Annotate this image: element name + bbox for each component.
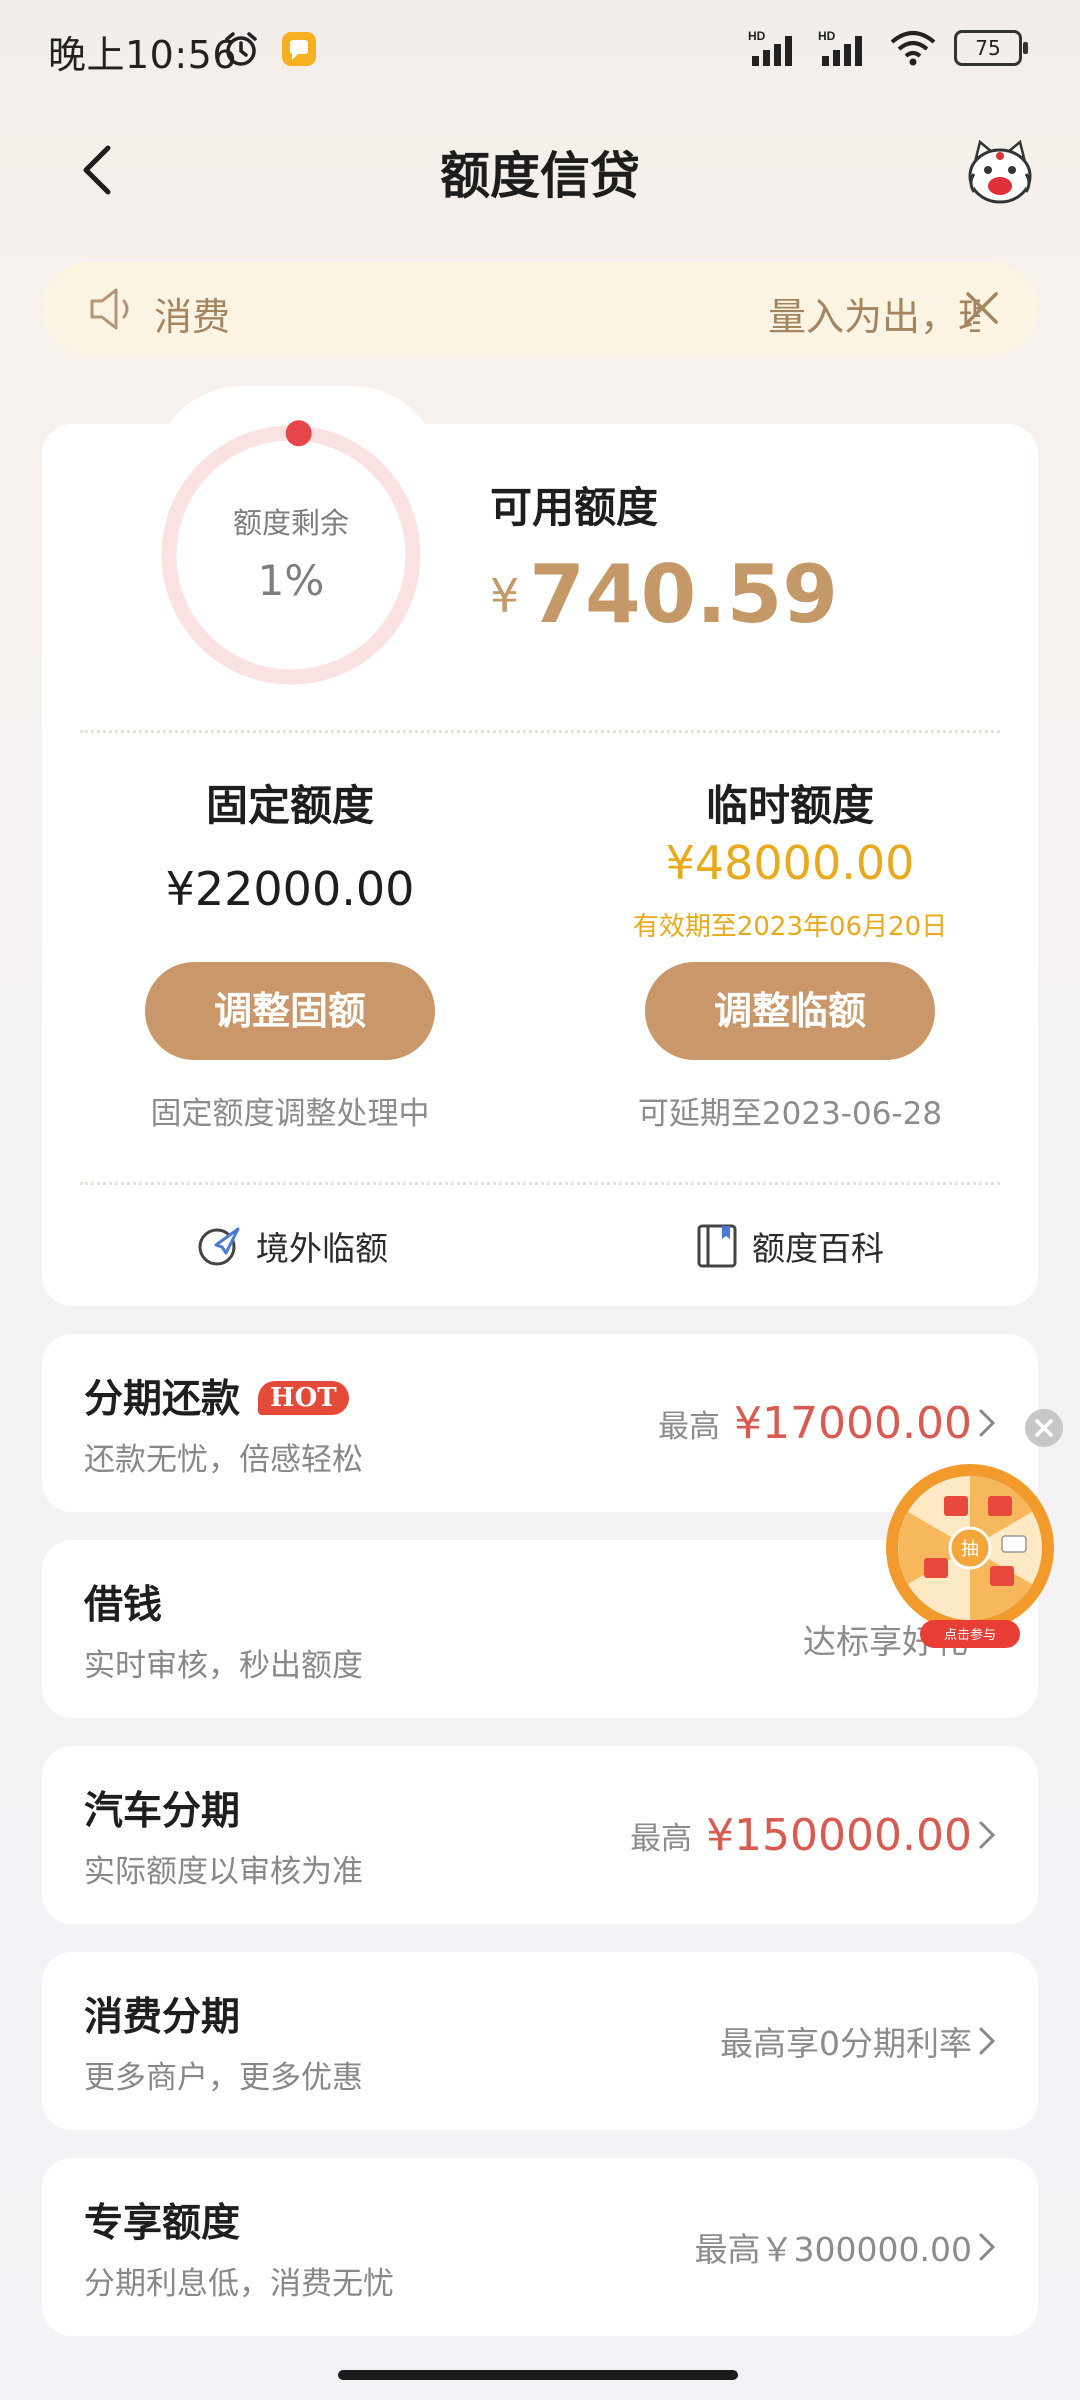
alarm-icon (225, 32, 257, 66)
max-prefix: 最高 (658, 1408, 721, 1445)
max-prefix: 最高 (630, 1820, 693, 1857)
temp-limit-valid-date: 有效期至2023年06月20日 (632, 912, 948, 942)
adjust-temp-button[interactable]: 调整临额 (645, 962, 935, 1060)
remaining-ring-chart (161, 420, 421, 685)
svg-text:HD: HD (818, 29, 836, 43)
wheel-center-label: 抽 (961, 1539, 979, 1560)
ring-label: 额度剩余 (232, 506, 349, 540)
car-installment-card[interactable]: 汽车分期 实际额度以审核为准 最高 ¥150000.00 (42, 1746, 1038, 1924)
ring-progress-dot (285, 420, 312, 447)
overseas-temp-link[interactable]: 境外临额 (196, 1222, 388, 1270)
card-right: 最高￥300000.00 (695, 2158, 972, 2336)
dotted-divider (80, 730, 1000, 733)
speaker-icon (90, 288, 129, 330)
limit-wiki-label: 额度百科 (752, 1229, 884, 1268)
status-left-icons (222, 30, 318, 68)
notification-app-icon (282, 32, 316, 66)
notice-scroll-text: 量入为出，理性消费 (768, 295, 980, 339)
card-title: 汽车分期 (84, 1789, 241, 1834)
chevron-right-icon (979, 1821, 996, 1849)
fixed-limit-title: 固定额度 (205, 781, 374, 830)
mascot-assistant-icon[interactable] (962, 136, 1038, 212)
wheel-cta-label: 点击参与 (944, 1627, 996, 1643)
max-amount: ¥17000.00 (734, 1397, 972, 1449)
status-time: 晚上10:56 (48, 33, 238, 77)
signal-hd-icon-2: HD (818, 29, 862, 66)
notice-bar[interactable]: 消费 量入为出，理性消费 (42, 262, 1038, 356)
close-icon[interactable] (960, 286, 1004, 330)
wheel-close-icon[interactable] (1024, 1408, 1064, 1448)
max-limit-text: 最高￥300000.00 (694, 2230, 972, 2269)
card-title: 专享额度 (84, 2201, 241, 2246)
overseas-temp-label: 境外临额 (256, 1229, 388, 1268)
available-label: 可用额度 (490, 483, 659, 532)
temp-limit-amount: ¥48000.00 (665, 836, 915, 890)
limit-wiki-link[interactable]: 额度百科 (696, 1222, 884, 1270)
temp-limit-title: 临时额度 (705, 781, 874, 830)
card-subtitle: 实时审核，秒出额度 (84, 1648, 363, 1684)
chevron-right-icon (979, 1409, 996, 1437)
installment-title: 分期还款 (84, 1377, 241, 1422)
notice-label: 消费 (154, 295, 231, 339)
fixed-limit-amount: ¥22000.00 (165, 862, 415, 916)
signal-hd-icon: HD (748, 29, 792, 66)
home-indicator[interactable] (338, 2370, 738, 2380)
card-right: 最高享0分期利率 (720, 1952, 972, 2130)
status-right: HD HD 75 (748, 28, 1028, 68)
wifi-icon (890, 31, 936, 66)
card-subtitle: 分期利息低，消费无忧 (84, 2266, 394, 2302)
fixed-adjust-status: 固定额度调整处理中 (150, 1096, 430, 1132)
card-subtitle: 更多商户，更多优惠 (84, 2060, 363, 2096)
consumer-installment-card[interactable]: 消费分期 更多商户，更多优惠 最高享0分期利率 (42, 1952, 1038, 2130)
page-title: 额度信贷 (440, 147, 640, 205)
card-subtitle: 实际额度以审核为准 (84, 1854, 363, 1890)
chevron-right-icon (979, 2233, 996, 2261)
currency-symbol: ¥ (490, 569, 520, 623)
adjust-fixed-button[interactable]: 调整固额 (145, 962, 435, 1060)
lottery-wheel-icon[interactable]: 抽 点击参与 (884, 1462, 1056, 1652)
ring-percent: 1% (257, 556, 325, 605)
svg-text:HD: HD (748, 29, 766, 43)
available-amount: ¥740.59 (490, 548, 838, 641)
max-amount: ¥150000.00 (706, 1809, 972, 1861)
battery-indicator: 75 (954, 30, 1028, 66)
card-title: 分期还款 HOT (84, 1368, 349, 1424)
card-right: 最高 ¥150000.00 (630, 1746, 972, 1924)
book-icon (697, 1224, 737, 1268)
chevron-right-icon (979, 2027, 996, 2055)
exclusive-limit-card[interactable]: 专享额度 分期利息低，消费无忧 最高￥300000.00 (42, 2158, 1038, 2336)
rate-text: 最高享0分期利率 (720, 2024, 972, 2063)
hot-badge: HOT (258, 1381, 349, 1415)
card-title: 消费分期 (84, 1995, 241, 2040)
temp-extend-status: 可延期至2023-06-28 (637, 1096, 943, 1132)
globe-plane-icon (198, 1227, 240, 1266)
available-amount-value: 740.59 (529, 548, 838, 641)
card-title: 借钱 (84, 1583, 163, 1628)
dotted-divider-2 (80, 1182, 1000, 1185)
card-subtitle: 还款无忧，倍感轻松 (84, 1442, 363, 1478)
